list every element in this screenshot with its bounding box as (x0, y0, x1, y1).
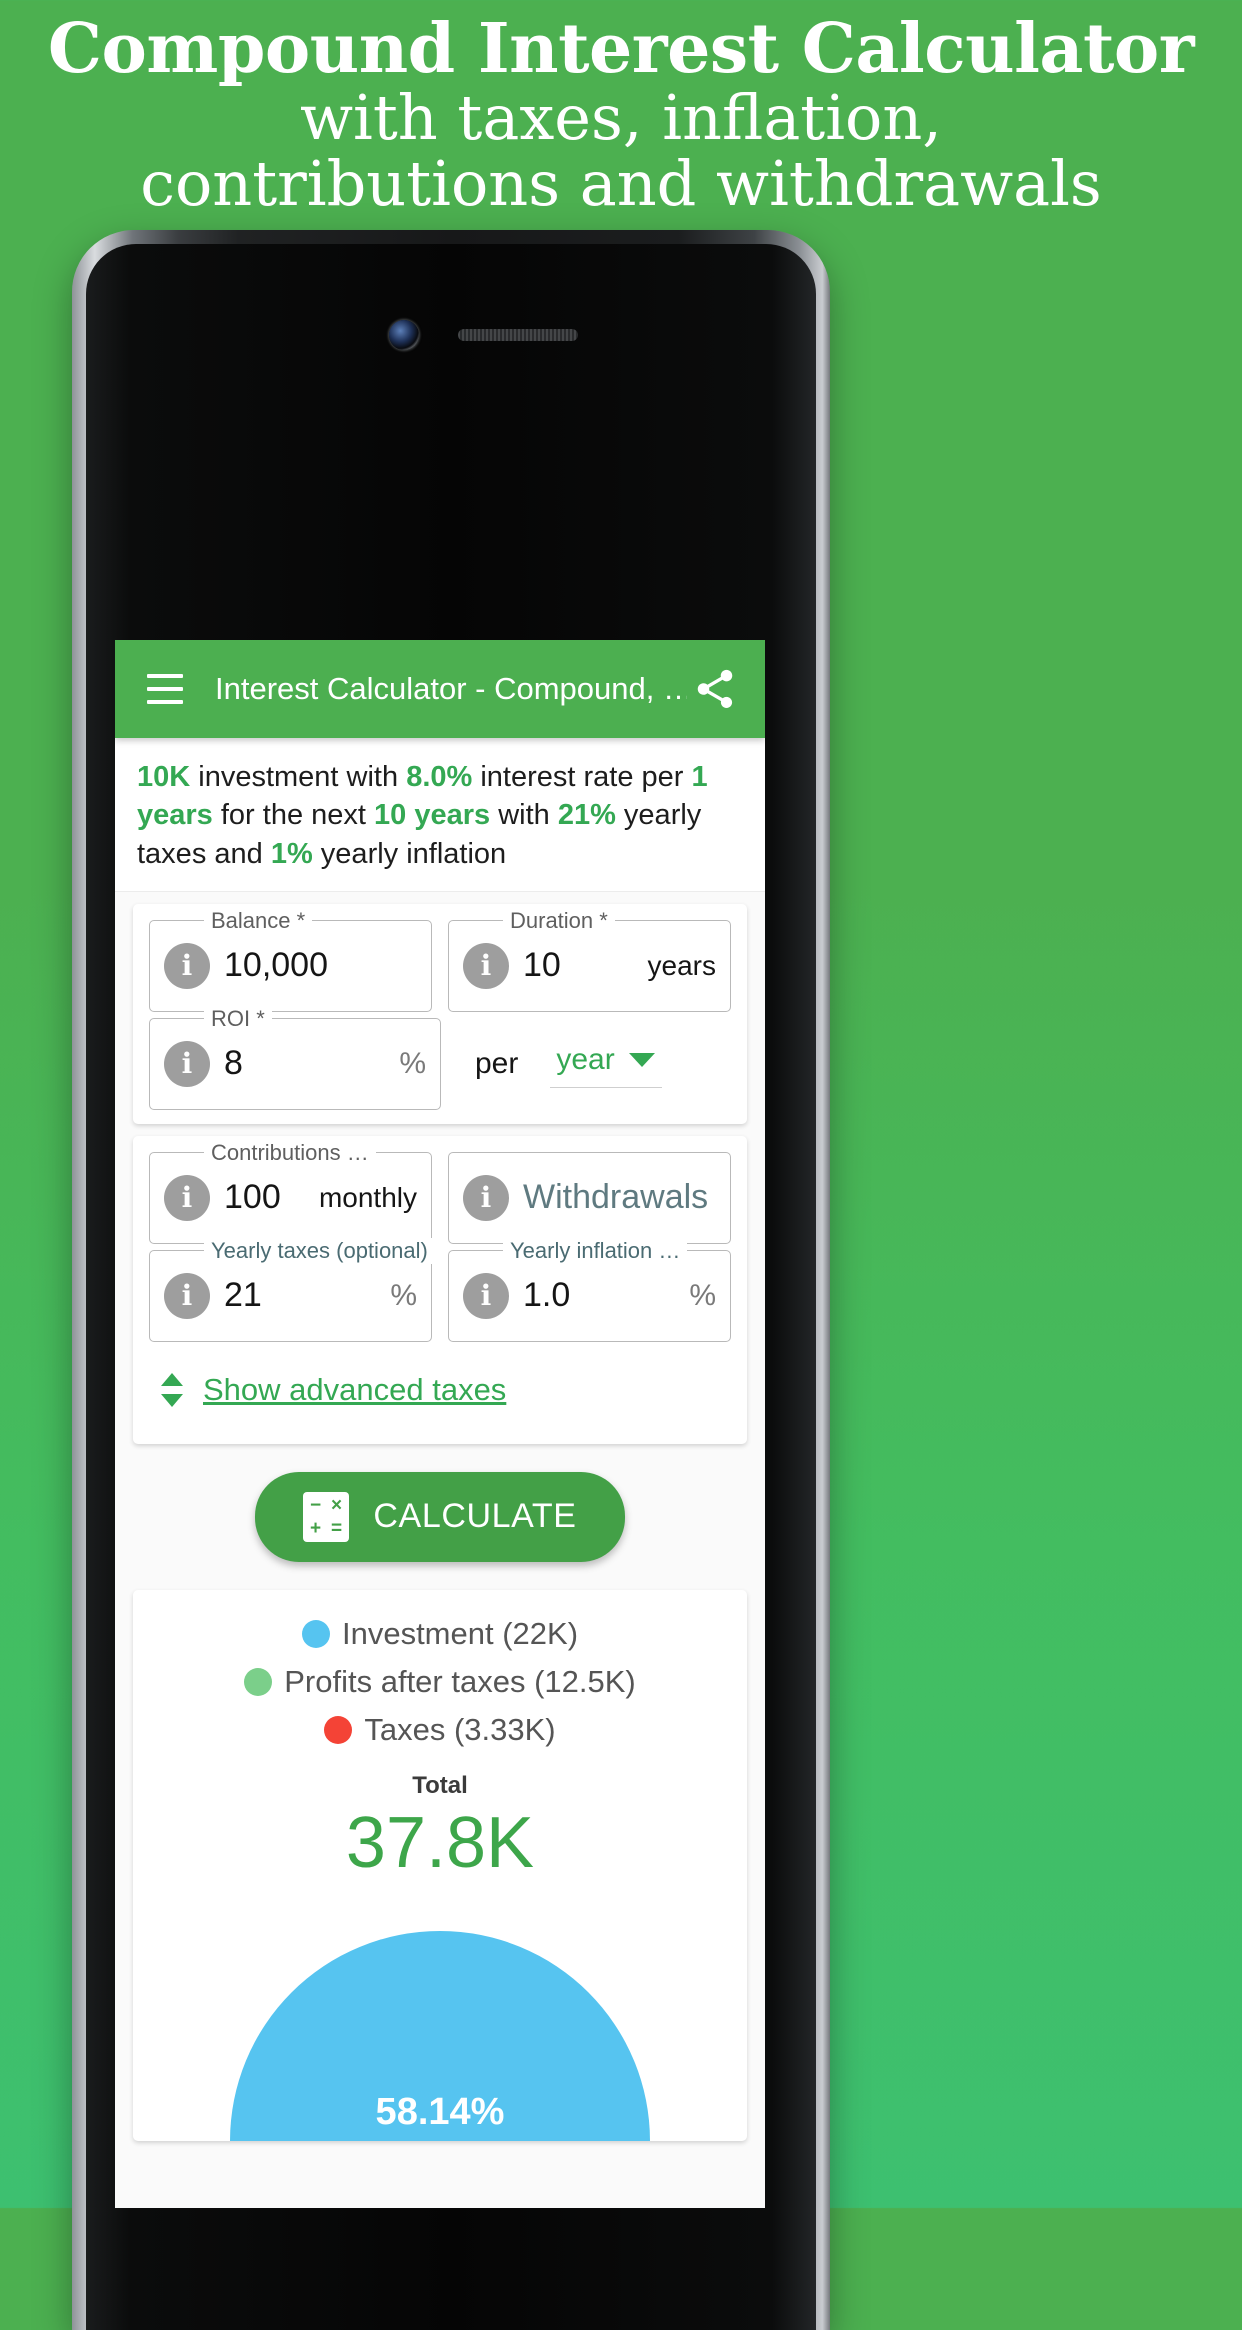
pie-chart[interactable]: 58.14% (153, 1930, 727, 2141)
yearly-taxes-field[interactable]: Yearly taxes (optional) i 21 % (149, 1237, 435, 1342)
calculator-icon: − × + = (303, 1491, 350, 1542)
legend-color-dot (244, 1667, 273, 1696)
roi-value[interactable]: 8 (224, 1044, 391, 1083)
summary-text-11: yearly inflation (312, 837, 507, 870)
total-caption: Total (412, 1771, 468, 1799)
calculate-button-wrap: − × + = CALCULATE (115, 1471, 765, 1562)
yearly-inflation-suffix: % (689, 1278, 716, 1312)
optional-inputs-card: Contributions … i 100 monthly i Withdraw… (133, 1135, 747, 1444)
legend-label: Profits after taxes (12.5K) (284, 1663, 636, 1699)
show-advanced-taxes-label: Show advanced taxes (203, 1371, 507, 1407)
summary-highlight-8: 21% (557, 799, 616, 832)
yearly-inflation-info-icon[interactable]: i (463, 1272, 509, 1319)
yearly-taxes-info-icon[interactable]: i (164, 1272, 210, 1319)
legend-item[interactable]: Taxes (3.33K) (324, 1711, 556, 1748)
front-camera-icon (389, 320, 419, 350)
pie-slice-percentage-label: 58.14% (375, 2090, 505, 2133)
balance-field[interactable]: Balance * i 10,000 (149, 907, 432, 1012)
period-select-value: year (556, 1043, 615, 1077)
yearly-taxes-suffix: % (390, 1278, 417, 1312)
roi-row: ROI * i 8 % per year (149, 1005, 731, 1110)
primary-inputs-card: Balance * i 10,000 Duration * i 10 years… (133, 903, 747, 1124)
yearly-inflation-field[interactable]: Yearly inflation … i 1.0 % (448, 1237, 731, 1342)
legend-item[interactable]: Profits after taxes (12.5K) (244, 1663, 636, 1700)
promo-subtitle-line-1: with taxes, inflation, (299, 80, 942, 154)
contributions-suffix: monthly (318, 1181, 417, 1213)
chevron-down-icon (628, 1053, 655, 1068)
yearly-taxes-value[interactable]: 21 (224, 1276, 382, 1315)
roi-info-icon[interactable]: i (164, 1040, 210, 1087)
duration-field[interactable]: Duration * i 10 years (448, 907, 731, 1012)
summary-highlight-2: 8.0% (406, 761, 473, 793)
period-select[interactable]: year (550, 1039, 663, 1089)
show-advanced-taxes-toggle[interactable]: Show advanced taxes (149, 1368, 731, 1430)
duration-label: Duration * (503, 907, 615, 934)
promo-subtitle-line-2: contributions and withdrawals (140, 147, 1102, 221)
contributions-value[interactable]: 100 (224, 1178, 311, 1217)
contributions-info-icon[interactable]: i (164, 1174, 210, 1221)
withdrawals-placeholder[interactable]: Withdrawals … (523, 1178, 716, 1217)
legend-color-dot (301, 1619, 330, 1648)
app-screen: Interest Calculator - Compound, … 10K in… (115, 640, 765, 2208)
hamburger-menu-icon[interactable] (137, 661, 193, 717)
earpiece-speaker (458, 329, 578, 341)
legend-item[interactable]: Investment (22K) (301, 1615, 579, 1652)
yearly-inflation-value[interactable]: 1.0 (523, 1276, 681, 1315)
yearly-inflation-label: Yearly inflation … (503, 1237, 688, 1264)
summary-text-1: investment with (190, 761, 407, 793)
total-block: Total 37.8K (153, 1772, 727, 1883)
share-icon[interactable] (687, 661, 743, 717)
roi-suffix: % (399, 1046, 426, 1080)
balance-info-icon[interactable]: i (164, 942, 210, 989)
legend-label: Taxes (3.33K) (364, 1711, 556, 1747)
roi-label: ROI * (204, 1005, 272, 1032)
calculate-button[interactable]: − × + = CALCULATE (255, 1471, 625, 1562)
summary-text-3: interest rate per (472, 761, 692, 793)
withdrawals-info-icon[interactable]: i (463, 1174, 509, 1221)
duration-suffix: years (647, 949, 716, 981)
chart-legend: Investment (22K) Profits after taxes (12.… (153, 1616, 727, 1748)
summary-text: 10K investment with 8.0% interest rate p… (115, 738, 765, 892)
contributions-withdrawals-row: Contributions … i 100 monthly i Withdraw… (149, 1139, 731, 1244)
calculate-button-label: CALCULATE (373, 1497, 577, 1536)
summary-text-5: for the next (212, 799, 375, 832)
legend-color-dot (324, 1715, 353, 1744)
total-value: 37.8K (345, 1802, 535, 1883)
duration-info-icon[interactable]: i (463, 942, 509, 989)
taxes-inflation-row: Yearly taxes (optional) i 21 % Yearly in… (149, 1237, 731, 1342)
contributions-field[interactable]: Contributions … i 100 monthly (149, 1139, 432, 1244)
summary-highlight-0: 10K (137, 761, 191, 793)
results-card: Investment (22K) Profits after taxes (12.… (133, 1589, 747, 2141)
app-bar-title: Interest Calculator - Compound, … (215, 671, 687, 706)
contributions-label: Contributions … (204, 1139, 376, 1166)
balance-duration-row: Balance * i 10,000 Duration * i 10 years (149, 907, 731, 1012)
legend-label: Investment (22K) (341, 1615, 579, 1651)
balance-label: Balance * (204, 907, 313, 934)
duration-value[interactable]: 10 (523, 946, 640, 985)
expand-vertical-icon (161, 1372, 183, 1407)
yearly-taxes-label: Yearly taxes (optional) (204, 1237, 435, 1264)
promo-title: Compound Interest Calculator (47, 9, 1195, 89)
per-label: per (475, 1046, 519, 1080)
summary-highlight-6: 10 years (374, 799, 491, 832)
summary-highlight-10: 1% (270, 837, 313, 870)
withdrawals-field[interactable]: i Withdrawals … (448, 1151, 731, 1244)
balance-value[interactable]: 10,000 (224, 946, 417, 985)
summary-text-7: with (490, 799, 558, 832)
app-bar: Interest Calculator - Compound, … (115, 640, 765, 738)
roi-field[interactable]: ROI * i 8 % (149, 1005, 441, 1110)
promo-header: Compound Interest Calculator with taxes,… (0, 0, 1242, 230)
